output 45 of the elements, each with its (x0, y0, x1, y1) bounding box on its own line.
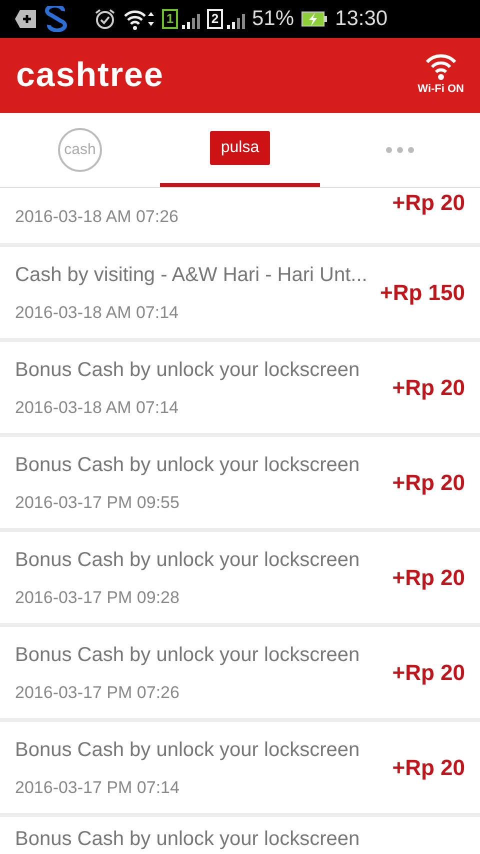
more-icon[interactable] (385, 146, 415, 154)
transaction-amount: +Rp 20 (392, 189, 465, 217)
battery-charging-icon (301, 10, 328, 28)
transaction-date: 2016-03-18 AM 07:26 (15, 206, 180, 228)
transaction-amount: +Rp 150 (380, 279, 465, 307)
transaction-row[interactable]: Bonus Cash by unlock your lockscreen 2016-03-17 PM 09:55 +Rp 20 (0, 437, 480, 528)
transaction-row[interactable]: Bonus Cash by unlock your lockscreen (0, 817, 480, 854)
transaction-title: Bonus Cash by unlock your lockscreen (15, 828, 361, 850)
transaction-title: Bonus Cash by unlock your lockscreen (15, 358, 361, 383)
clock: 13:30 (335, 6, 388, 32)
transaction-title: Bonus Cash by unlock your lockscreen (15, 452, 361, 478)
transaction-row[interactable]: Bonus Cash by unlock your lockscreen 2016-03-17 PM 09:28 +Rp 20 (0, 532, 480, 623)
wifi-icon (424, 53, 457, 82)
battery-percent: 51% (252, 6, 294, 32)
transaction-amount: +Rp 20 (392, 754, 465, 782)
transaction-amount: +Rp 20 (392, 659, 465, 687)
transaction-date: 2016-03-17 PM 07:14 (15, 776, 180, 799)
add-notification-icon (14, 8, 37, 30)
transaction-amount: +Rp 20 (392, 374, 465, 402)
transaction-row[interactable]: Bonus Cash by unlock your lockscreen 2016-03-17 PM 07:14 +Rp 20 (0, 722, 480, 813)
transaction-row[interactable]: 2016-03-18 AM 07:26 +Rp 20 (0, 188, 480, 243)
transaction-title: Bonus Cash by unlock your lockscreen (15, 738, 361, 763)
s-logo-icon (44, 6, 68, 32)
transaction-row[interactable]: Bonus Cash by unlock your lockscreen 2016-03-17 PM 07:26 +Rp 20 (0, 627, 480, 718)
transaction-date: 2016-03-18 AM 07:14 (15, 396, 180, 419)
transaction-amount: +Rp 20 (392, 564, 465, 592)
signal-icon (227, 13, 245, 29)
transaction-title: Bonus Cash by unlock your lockscreen (15, 642, 361, 668)
tab[interactable]: pulsa (210, 131, 270, 165)
transaction-date: 2016-03-17 PM 07:26 (15, 682, 180, 704)
sim-indicator: 1 (162, 9, 178, 29)
transaction-row[interactable]: Cash by visiting - A&W Hari - Hari Unt... 2016-03-18 AM 07:14 +Rp 150 (0, 247, 480, 338)
transaction-amount: +Rp 20 (392, 469, 465, 497)
transaction-row[interactable]: Bonus Cash by unlock your lockscreen 2016-03-18 AM 07:14 +Rp 20 (0, 342, 480, 433)
signal-icon (182, 13, 200, 29)
sim-indicator: 2 (207, 9, 223, 29)
transaction-date: 2016-03-18 AM 07:14 (15, 302, 180, 324)
wifi-status-label: Wi-Fi ON (418, 82, 464, 98)
transaction-date: 2016-03-17 PM 09:28 (15, 586, 180, 609)
app-logo: cashtree (16, 55, 164, 96)
alarm-icon (94, 8, 116, 30)
transaction-date: 2016-03-17 PM 09:55 (15, 492, 180, 514)
wifi-icon (123, 8, 155, 30)
transaction-title: Bonus Cash by unlock your lockscreen (15, 548, 361, 573)
transaction-title: Cash by visiting - A&W Hari - Hari Unt... (15, 262, 368, 288)
